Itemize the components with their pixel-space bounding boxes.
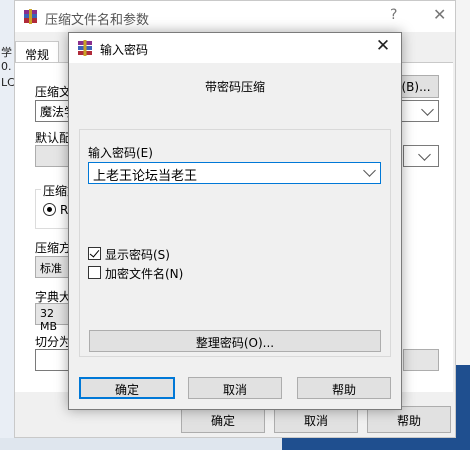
password-input[interactable]: 上老王论坛当老王 (88, 162, 381, 184)
show-password-label: 显示密码(S) (105, 248, 170, 262)
desktop-text-fragment: 0. (1, 60, 12, 73)
dictionary-size-value: 32 MB (40, 307, 58, 333)
help-button[interactable]: 帮助 (367, 406, 451, 433)
archive-window-title: 压缩文件名和参数 (45, 13, 150, 28)
update-mode-select[interactable] (403, 145, 439, 167)
compression-method-value: 标准 (40, 262, 62, 275)
split-volumes-label: 切分为 (35, 335, 72, 349)
chevron-down-icon (418, 148, 431, 161)
tab-general[interactable]: 常规 (15, 41, 59, 63)
password-dialog-titlebar: 输入密码 ✕ (69, 33, 401, 63)
encrypt-filenames-label: 加密文件名(N) (105, 267, 184, 281)
ok-button[interactable]: 确定 (79, 377, 175, 399)
cancel-button[interactable]: 取消 (274, 406, 358, 433)
password-dialog-title: 输入密码 (100, 43, 149, 57)
close-icon[interactable]: ✕ (369, 36, 397, 60)
show-password-checkbox[interactable] (88, 247, 101, 260)
winrar-icon (24, 9, 37, 24)
help-button[interactable]: 帮助 (297, 377, 391, 399)
compression-method-label: 压缩方 (35, 241, 72, 255)
chevron-down-icon (421, 103, 434, 116)
ok-button[interactable]: 确定 (181, 406, 265, 433)
password-dialog-heading: 带密码压缩 (204, 80, 265, 94)
help-icon[interactable]: ? (390, 7, 397, 23)
desktop-bottom-edge (0, 438, 470, 450)
password-value: 上老王论坛当老王 (93, 169, 198, 184)
default-profile-label: 默认配 (35, 131, 72, 145)
password-label: 输入密码(E) (88, 146, 153, 160)
format-rar-radio[interactable] (43, 203, 56, 216)
archive-name-label: 压缩文 (35, 85, 72, 99)
organize-passwords-button[interactable]: 整理密码(O)... (89, 330, 381, 352)
desktop-text-fragment: 学 (1, 46, 12, 59)
close-icon[interactable]: ✕ (433, 5, 446, 24)
archive-window-titlebar: 压缩文件名和参数 ? ✕ (15, 1, 455, 32)
desktop-text-fragment: LC (1, 76, 15, 89)
encrypt-filenames-checkbox[interactable] (88, 266, 101, 279)
desktop-right-edge (456, 0, 470, 450)
set-password-button[interactable] (403, 349, 439, 371)
desktop-left-edge: 学 0. LC (0, 0, 15, 450)
winrar-icon (78, 40, 92, 56)
chevron-down-icon[interactable] (363, 164, 376, 177)
enter-password-dialog: 输入密码 ✕ 带密码压缩 输入密码(E) 上老王论坛当老王 显示密码(S) 加密… (68, 32, 402, 410)
cancel-button[interactable]: 取消 (188, 377, 282, 399)
